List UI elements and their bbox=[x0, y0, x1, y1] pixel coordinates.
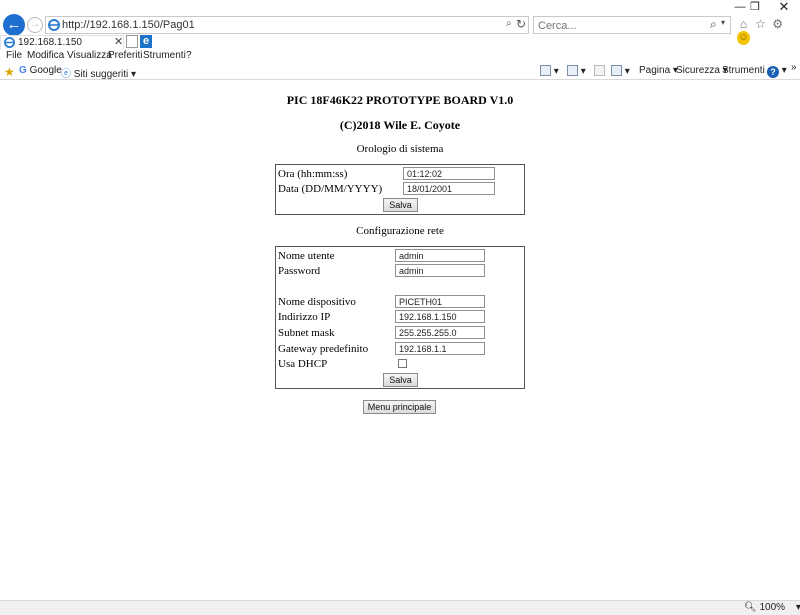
sicurezza-command[interactable]: Sicurezza ▾ bbox=[676, 65, 728, 76]
fav-siti-suggeriti[interactable]: ⓔ Siti suggeriti ▾ bbox=[61, 65, 136, 80]
date-input[interactable] bbox=[403, 182, 495, 195]
menu-visualizza[interactable]: Visualizza bbox=[67, 50, 112, 61]
page-title: PIC 18F46K22 PROTOTYPE BOARD V1.0 bbox=[286, 93, 514, 107]
address-search-icon[interactable]: ⌕ bbox=[506, 18, 512, 29]
search-input[interactable] bbox=[538, 19, 698, 32]
network-save-button[interactable]: Salva bbox=[383, 373, 418, 387]
status-bar: 🔍︎ 100% ▾ bbox=[0, 600, 800, 615]
edge-icon[interactable]: e bbox=[140, 35, 152, 48]
ip-input[interactable] bbox=[395, 310, 485, 323]
clock-save-button[interactable]: Salva bbox=[383, 198, 418, 212]
tab-close-icon[interactable]: ✕ bbox=[114, 35, 123, 48]
fav-google[interactable]: G Google bbox=[19, 65, 62, 76]
strumenti-command[interactable]: Strumenti ▾ bbox=[722, 65, 773, 76]
refresh-icon[interactable]: ↻ bbox=[516, 17, 526, 31]
pagina-command[interactable]: Pagina ▾ bbox=[639, 65, 678, 76]
ie-tab-icon bbox=[4, 37, 15, 48]
mail-icon bbox=[594, 65, 605, 76]
command-overflow-icon[interactable]: » bbox=[791, 62, 797, 73]
favorites-bar: ★ G Google ⓔ Siti suggeriti ▾ ▾ ▾ ▾ Pagi… bbox=[0, 62, 800, 80]
password-label: Password bbox=[278, 265, 321, 277]
page-content: PIC 18F46K22 PROTOTYPE BOARD V1.0 (C)201… bbox=[0, 81, 800, 600]
forward-button[interactable]: → bbox=[27, 17, 43, 33]
favorites-star-icon[interactable]: ☆ bbox=[754, 17, 767, 31]
help-command[interactable]: ? ▾ bbox=[767, 65, 787, 78]
mail-command[interactable] bbox=[594, 65, 605, 77]
google-icon: G bbox=[19, 65, 27, 76]
clock-panel: Ora (hh:mm:ss) Data (DD/MM/YYYY) Salva bbox=[275, 164, 525, 215]
menu-strumenti[interactable]: Strumenti bbox=[143, 50, 186, 61]
dhcp-label: Usa DHCP bbox=[278, 358, 328, 370]
time-label: Ora (hh:mm:ss) bbox=[278, 168, 348, 180]
add-favorites-star-icon[interactable]: ★ bbox=[4, 65, 15, 79]
menu-help[interactable]: ? bbox=[186, 50, 192, 61]
subnet-input[interactable] bbox=[395, 326, 485, 339]
tab-label: 192.168.1.150 bbox=[18, 37, 82, 48]
network-panel: Nome utente Password Nome dispositivo In… bbox=[275, 246, 525, 389]
gateway-label: Gateway predefinito bbox=[278, 343, 369, 355]
date-label: Data (DD/MM/YYYY) bbox=[278, 183, 383, 195]
title-bar: — ❐ ✕ bbox=[0, 0, 800, 14]
search-icon[interactable]: ⌕ bbox=[710, 17, 717, 32]
home-icon[interactable]: ⌂ bbox=[737, 17, 750, 31]
zoom-dropdown-icon[interactable]: ▾ bbox=[796, 602, 800, 613]
home-page-icon bbox=[540, 65, 551, 76]
menu-file[interactable]: File bbox=[6, 50, 22, 61]
ip-label: Indirizzo IP bbox=[278, 311, 331, 323]
print-icon bbox=[611, 65, 622, 76]
address-url[interactable]: http://192.168.1.150/Pag01 bbox=[62, 19, 195, 31]
address-bar[interactable]: http://192.168.1.150/Pag01 ⌕ ↻ bbox=[45, 16, 529, 34]
device-name-input[interactable] bbox=[395, 295, 485, 308]
gateway-input[interactable] bbox=[395, 342, 485, 355]
tab-192-168-1-150[interactable]: 192.168.1.150 ✕ bbox=[0, 35, 124, 49]
menu-bar: File Modifica Visualizza Preferiti Strum… bbox=[0, 49, 800, 63]
print-command[interactable]: ▾ bbox=[611, 65, 630, 77]
new-tab-button[interactable] bbox=[126, 35, 138, 48]
username-label: Nome utente bbox=[278, 250, 335, 262]
rss-feed-icon bbox=[567, 65, 578, 76]
subnet-label: Subnet mask bbox=[278, 327, 335, 339]
help-icon: ? bbox=[767, 66, 779, 78]
fav-google-label: Google bbox=[29, 65, 62, 76]
password-input[interactable] bbox=[395, 264, 485, 277]
close-window-button[interactable]: ✕ bbox=[770, 0, 798, 14]
dhcp-checkbox[interactable] bbox=[398, 359, 407, 368]
ie-page-icon bbox=[48, 19, 60, 31]
search-dropdown-icon[interactable]: ▾ bbox=[721, 18, 725, 27]
back-arrow-icon: ← bbox=[6, 16, 22, 33]
zoom-icon: 🔍︎ bbox=[744, 602, 757, 613]
clock-heading: Orologio di sistema bbox=[356, 143, 444, 155]
fav-siti-label: Siti suggeriti ▾ bbox=[73, 69, 137, 80]
menu-preferiti[interactable]: Preferiti bbox=[108, 50, 142, 61]
back-button[interactable]: ← bbox=[3, 14, 25, 36]
navigation-bar: ← → http://192.168.1.150/Pag01 ⌕ ↻ ⌕ ▾ ⌂… bbox=[0, 13, 800, 45]
home-page-command[interactable]: ▾ bbox=[540, 65, 559, 77]
restore-button[interactable]: ❐ bbox=[741, 0, 769, 14]
zoom-control[interactable]: 🔍︎ 100% ▾ bbox=[744, 602, 800, 613]
network-heading: Configurazione rete bbox=[356, 225, 444, 237]
feeds-command[interactable]: ▾ bbox=[567, 65, 586, 77]
main-menu-button[interactable]: Menu principale bbox=[363, 400, 436, 414]
page-copyright: (C)2018 Wile E. Coyote bbox=[339, 118, 461, 132]
device-name-label: Nome dispositivo bbox=[278, 296, 356, 308]
time-input[interactable] bbox=[403, 167, 495, 180]
forward-arrow-icon: → bbox=[30, 19, 40, 30]
search-box[interactable]: ⌕ ▾ bbox=[533, 16, 731, 34]
ie-icon: ⓔ bbox=[61, 69, 71, 80]
tab-strip: 192.168.1.150 ✕ e bbox=[0, 35, 800, 49]
zoom-level: 100% bbox=[759, 602, 786, 613]
menu-modifica[interactable]: Modifica bbox=[27, 50, 64, 61]
username-input[interactable] bbox=[395, 249, 485, 262]
browser-tools: ⌂ ☆ ⚙ ☺ bbox=[737, 17, 800, 45]
settings-gear-icon[interactable]: ⚙ bbox=[771, 17, 784, 31]
